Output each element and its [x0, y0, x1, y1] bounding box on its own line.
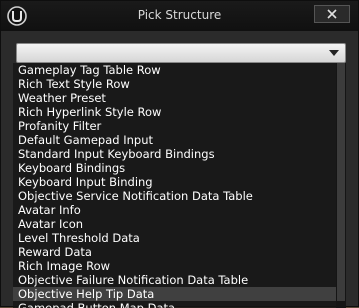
title-bar[interactable]: Pick Structure [1, 1, 358, 31]
list-item[interactable]: Objective Service Notification Data Tabl… [13, 189, 336, 203]
structure-combo-box[interactable] [16, 43, 346, 63]
list-item[interactable]: Rich Image Row [13, 259, 336, 273]
list-item[interactable]: Default Gamepad Input [13, 133, 336, 147]
window-title: Pick Structure [137, 8, 222, 22]
list-item[interactable]: Rich Hyperlink Style Row [13, 105, 336, 119]
structure-list[interactable]: Gameplay Tag Table Row Rich Text Style Ro… [13, 63, 346, 308]
list-item[interactable]: Rich Text Style Row [13, 77, 336, 91]
list-item[interactable]: Standard Input Keyboard Bindings [13, 147, 336, 161]
list-item[interactable]: Level Threshold Data [13, 231, 336, 245]
pick-structure-dialog: Pick Structure Gameplay Tag Table Row Ric… [0, 0, 359, 308]
close-button[interactable] [314, 5, 350, 23]
list-item[interactable]: Gameplay Tag Table Row [13, 63, 336, 77]
list-item[interactable]: Objective Failure Notification Data Tabl… [13, 273, 336, 287]
structure-list-items: Gameplay Tag Table Row Rich Text Style Ro… [13, 63, 336, 308]
list-item[interactable]: Objective Help Tip Data [13, 287, 336, 301]
list-item[interactable]: Reward Data [13, 245, 336, 259]
list-item[interactable]: Avatar Icon [13, 217, 336, 231]
scrollbar[interactable] [336, 63, 346, 308]
list-item[interactable]: Profanity Filter [13, 119, 336, 133]
list-item[interactable]: Keyboard Bindings [13, 161, 336, 175]
scrollbar-thumb[interactable] [337, 63, 345, 301]
list-item[interactable]: Avatar Info [13, 203, 336, 217]
close-icon [327, 9, 337, 19]
list-item[interactable]: Weather Preset [13, 91, 336, 105]
list-item[interactable]: Keyboard Input Binding [13, 175, 336, 189]
chevron-down-icon [329, 50, 339, 56]
